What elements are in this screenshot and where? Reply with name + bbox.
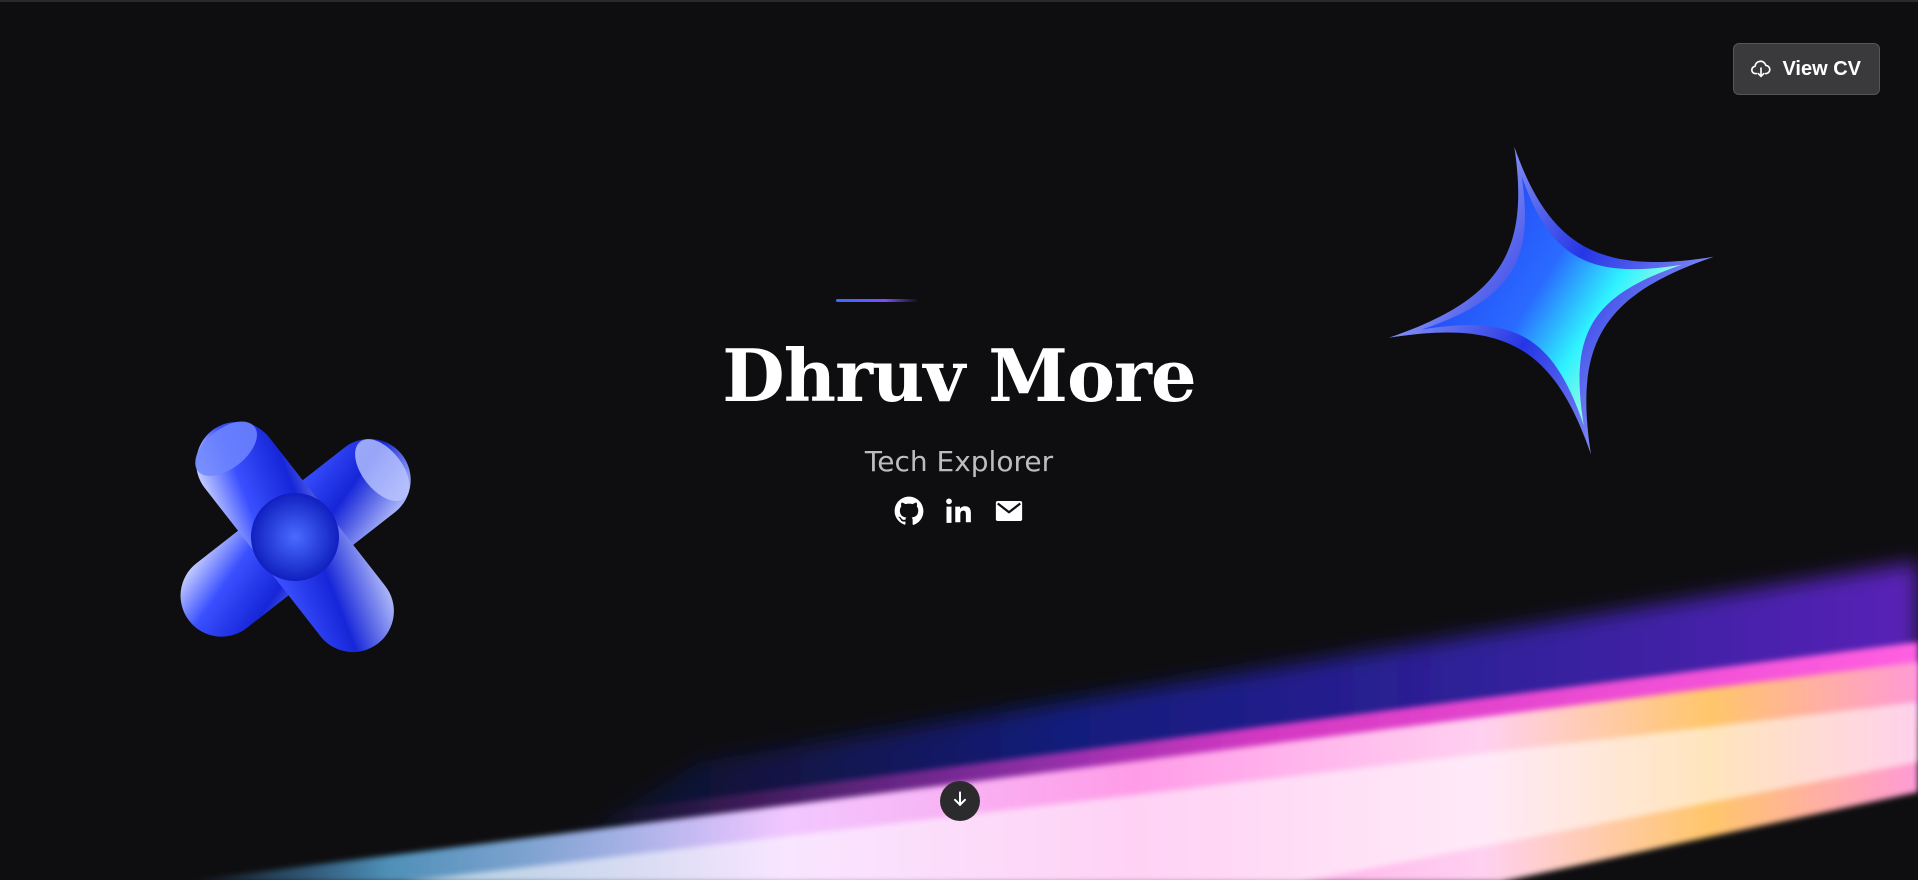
arrow-down-icon	[950, 789, 970, 813]
cross-3d-shape	[180, 421, 411, 653]
github-link[interactable]	[894, 496, 924, 530]
hero-name: Dhruv More	[722, 333, 1196, 418]
email-link[interactable]	[994, 498, 1024, 528]
linkedin-link[interactable]	[944, 498, 974, 528]
social-links	[0, 496, 1918, 530]
cloud-download-icon	[1750, 58, 1772, 80]
scroll-down-button[interactable]	[940, 781, 980, 821]
view-cv-button[interactable]: View CV	[1733, 43, 1880, 95]
light-streak-decoration	[195, 562, 1918, 880]
mail-icon	[994, 496, 1024, 530]
linkedin-icon	[944, 496, 974, 530]
hero-subtitle: Tech Explorer	[864, 445, 1054, 478]
accent-line	[836, 299, 918, 302]
view-cv-label: View CV	[1782, 57, 1861, 80]
star-3d-shape	[1388, 146, 1714, 455]
hero-section: View CV Dhruv More Tech Explorer	[0, 0, 1918, 880]
github-icon	[894, 496, 924, 530]
